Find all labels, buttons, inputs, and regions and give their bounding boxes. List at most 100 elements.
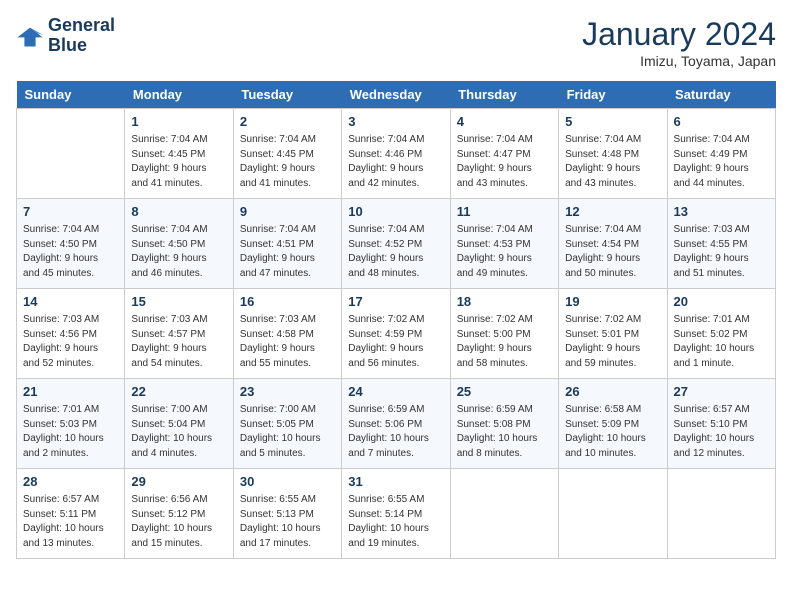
month-title: January 2024	[582, 16, 776, 53]
day-number: 25	[457, 383, 552, 401]
calendar-cell: 5Sunrise: 7:04 AM Sunset: 4:48 PM Daylig…	[559, 109, 667, 199]
logo-text: General Blue	[48, 16, 115, 56]
day-number: 27	[674, 383, 769, 401]
calendar-cell: 4 Sunrise: 7:04 AM Sunset: 4:47 PM Daylig…	[450, 109, 558, 199]
calendar-cell: 15 Sunrise: 7:03 AM Sunset: 4:57 PM Dayli…	[125, 289, 233, 379]
day-number: 31	[348, 473, 443, 491]
calendar-cell: 1 Sunrise: 7:04 AM Sunset: 4:45 PM Daylig…	[125, 109, 233, 199]
day-number: 23	[240, 383, 335, 401]
day-number: 8	[131, 203, 226, 221]
day-number: 6	[674, 113, 769, 131]
day-info: Sunrise: 6:59 AM Sunset: 5:08 PM Dayligh…	[457, 403, 552, 461]
day-info: Sunrise: 7:04 AM Sunset: 4:45 PM Dayligh…	[131, 133, 226, 191]
day-info: Sunrise: 6:57 AM Sunset: 5:10 PM Dayligh…	[674, 403, 769, 461]
calendar-cell: 27 Sunrise: 6:57 AM Sunset: 5:10 PM Dayli…	[667, 379, 775, 469]
day-number: 18	[457, 293, 552, 311]
day-info: Sunrise: 6:58 AM Sunset: 5:09 PM Dayligh…	[565, 403, 660, 461]
calendar-cell: 12Sunrise: 7:04 AM Sunset: 4:54 PM Dayli…	[559, 199, 667, 289]
calendar-cell: 17 Sunrise: 7:02 AM Sunset: 4:59 PM Dayli…	[342, 289, 450, 379]
calendar-cell: 14Sunrise: 7:03 AM Sunset: 4:56 PM Dayli…	[17, 289, 125, 379]
day-info: Sunrise: 7:01 AM Sunset: 5:02 PM Dayligh…	[674, 313, 769, 371]
day-info: Sunrise: 7:03 AM Sunset: 4:55 PM Dayligh…	[674, 223, 769, 281]
day-info: Sunrise: 6:59 AM Sunset: 5:06 PM Dayligh…	[348, 403, 443, 461]
calendar-cell: 3 Sunrise: 7:04 AM Sunset: 4:46 PM Daylig…	[342, 109, 450, 199]
day-info: Sunrise: 7:02 AM Sunset: 4:59 PM Dayligh…	[348, 313, 443, 371]
calendar-cell: 11 Sunrise: 7:04 AM Sunset: 4:53 PM Dayli…	[450, 199, 558, 289]
day-number: 26	[565, 383, 660, 401]
day-number: 24	[348, 383, 443, 401]
day-info: Sunrise: 7:04 AM Sunset: 4:48 PM Dayligh…	[565, 133, 660, 191]
day-info: Sunrise: 7:04 AM Sunset: 4:47 PM Dayligh…	[457, 133, 552, 191]
calendar-week-row: 28 Sunrise: 6:57 AM Sunset: 5:11 PM Dayli…	[17, 469, 776, 559]
calendar-cell: 20 Sunrise: 7:01 AM Sunset: 5:02 PM Dayli…	[667, 289, 775, 379]
day-number: 30	[240, 473, 335, 491]
calendar-cell: 19Sunrise: 7:02 AM Sunset: 5:01 PM Dayli…	[559, 289, 667, 379]
calendar-cell: 18Sunrise: 7:02 AM Sunset: 5:00 PM Dayli…	[450, 289, 558, 379]
calendar-cell: 9Sunrise: 7:04 AM Sunset: 4:51 PM Daylig…	[233, 199, 341, 289]
day-number: 13	[674, 203, 769, 221]
header-sunday: Sunday	[17, 81, 125, 109]
calendar-cell: 23Sunrise: 7:00 AM Sunset: 5:05 PM Dayli…	[233, 379, 341, 469]
calendar-week-row: 1 Sunrise: 7:04 AM Sunset: 4:45 PM Daylig…	[17, 109, 776, 199]
calendar-cell: 10Sunrise: 7:04 AM Sunset: 4:52 PM Dayli…	[342, 199, 450, 289]
header-friday: Friday	[559, 81, 667, 109]
location-subtitle: Imizu, Toyama, Japan	[582, 53, 776, 69]
day-info: Sunrise: 7:03 AM Sunset: 4:58 PM Dayligh…	[240, 313, 335, 371]
title-block: January 2024 Imizu, Toyama, Japan	[582, 16, 776, 69]
calendar-cell	[559, 469, 667, 559]
calendar-cell: 24 Sunrise: 6:59 AM Sunset: 5:06 PM Dayli…	[342, 379, 450, 469]
day-number: 7	[23, 203, 118, 221]
day-info: Sunrise: 7:04 AM Sunset: 4:53 PM Dayligh…	[457, 223, 552, 281]
calendar-cell: 7 Sunrise: 7:04 AM Sunset: 4:50 PM Daylig…	[17, 199, 125, 289]
calendar-cell: 22Sunrise: 7:00 AM Sunset: 5:04 PM Dayli…	[125, 379, 233, 469]
day-info: Sunrise: 7:04 AM Sunset: 4:46 PM Dayligh…	[348, 133, 443, 191]
logo: General Blue	[16, 16, 115, 56]
day-number: 15	[131, 293, 226, 311]
calendar-cell: 8 Sunrise: 7:04 AM Sunset: 4:50 PM Daylig…	[125, 199, 233, 289]
day-number: 1	[131, 113, 226, 131]
day-info: Sunrise: 7:04 AM Sunset: 4:50 PM Dayligh…	[23, 223, 118, 281]
calendar-week-row: 14Sunrise: 7:03 AM Sunset: 4:56 PM Dayli…	[17, 289, 776, 379]
day-info: Sunrise: 7:01 AM Sunset: 5:03 PM Dayligh…	[23, 403, 118, 461]
calendar-cell: 16 Sunrise: 7:03 AM Sunset: 4:58 PM Dayli…	[233, 289, 341, 379]
calendar-cell: 28 Sunrise: 6:57 AM Sunset: 5:11 PM Dayli…	[17, 469, 125, 559]
header-wednesday: Wednesday	[342, 81, 450, 109]
calendar-cell	[17, 109, 125, 199]
header-saturday: Saturday	[667, 81, 775, 109]
calendar-cell: 31Sunrise: 6:55 AM Sunset: 5:14 PM Dayli…	[342, 469, 450, 559]
calendar-week-row: 21 Sunrise: 7:01 AM Sunset: 5:03 PM Dayli…	[17, 379, 776, 469]
calendar-cell: 6 Sunrise: 7:04 AM Sunset: 4:49 PM Daylig…	[667, 109, 775, 199]
day-number: 17	[348, 293, 443, 311]
day-info: Sunrise: 6:55 AM Sunset: 5:13 PM Dayligh…	[240, 493, 335, 551]
day-info: Sunrise: 7:02 AM Sunset: 5:01 PM Dayligh…	[565, 313, 660, 371]
day-number: 2	[240, 113, 335, 131]
calendar-table: SundayMondayTuesdayWednesdayThursdayFrid…	[16, 81, 776, 559]
calendar-cell: 2 Sunrise: 7:04 AM Sunset: 4:45 PM Daylig…	[233, 109, 341, 199]
day-number: 3	[348, 113, 443, 131]
calendar-cell: 26 Sunrise: 6:58 AM Sunset: 5:09 PM Dayli…	[559, 379, 667, 469]
day-info: Sunrise: 7:03 AM Sunset: 4:56 PM Dayligh…	[23, 313, 118, 371]
day-info: Sunrise: 6:57 AM Sunset: 5:11 PM Dayligh…	[23, 493, 118, 551]
day-info: Sunrise: 7:04 AM Sunset: 4:50 PM Dayligh…	[131, 223, 226, 281]
day-number: 11	[457, 203, 552, 221]
calendar-header-row: SundayMondayTuesdayWednesdayThursdayFrid…	[17, 81, 776, 109]
day-number: 16	[240, 293, 335, 311]
calendar-cell: 29 Sunrise: 6:56 AM Sunset: 5:12 PM Dayli…	[125, 469, 233, 559]
day-info: Sunrise: 7:03 AM Sunset: 4:57 PM Dayligh…	[131, 313, 226, 371]
calendar-cell	[450, 469, 558, 559]
calendar-cell	[667, 469, 775, 559]
day-info: Sunrise: 7:04 AM Sunset: 4:49 PM Dayligh…	[674, 133, 769, 191]
header-tuesday: Tuesday	[233, 81, 341, 109]
day-number: 20	[674, 293, 769, 311]
day-number: 21	[23, 383, 118, 401]
day-number: 29	[131, 473, 226, 491]
day-info: Sunrise: 6:56 AM Sunset: 5:12 PM Dayligh…	[131, 493, 226, 551]
logo-icon	[16, 22, 44, 50]
day-number: 28	[23, 473, 118, 491]
day-number: 4	[457, 113, 552, 131]
day-info: Sunrise: 7:04 AM Sunset: 4:45 PM Dayligh…	[240, 133, 335, 191]
page-header: General Blue January 2024 Imizu, Toyama,…	[16, 16, 776, 69]
calendar-week-row: 7 Sunrise: 7:04 AM Sunset: 4:50 PM Daylig…	[17, 199, 776, 289]
calendar-cell: 25 Sunrise: 6:59 AM Sunset: 5:08 PM Dayli…	[450, 379, 558, 469]
calendar-cell: 30 Sunrise: 6:55 AM Sunset: 5:13 PM Dayli…	[233, 469, 341, 559]
